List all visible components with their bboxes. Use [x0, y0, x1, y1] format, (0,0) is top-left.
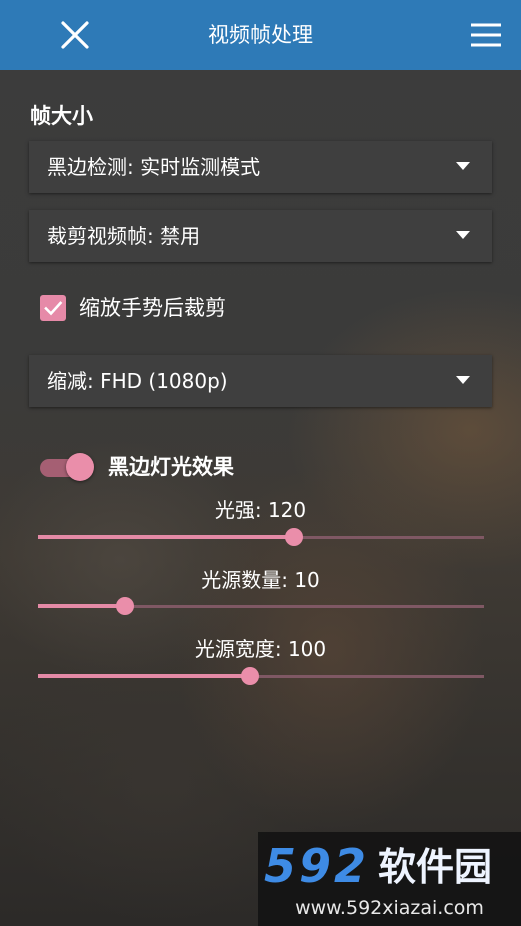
light-source-count-slider[interactable]	[38, 596, 484, 616]
watermark-url: www.592xiazai.com	[295, 897, 484, 919]
ambient-light-toggle[interactable]	[40, 453, 96, 481]
slider-fill	[38, 535, 294, 539]
light-source-width-slider[interactable]	[38, 666, 484, 686]
toggle-thumb	[66, 453, 94, 481]
close-button[interactable]	[58, 18, 92, 52]
downscale-value: 缩减: FHD (1080p)	[47, 369, 228, 393]
slider-thumb[interactable]	[116, 597, 134, 615]
watermark-name: 软件园	[378, 845, 493, 889]
light-intensity-label: 光强: 120	[214, 498, 307, 522]
checkmark-icon	[44, 301, 63, 316]
frame-size-heading: 帧大小	[30, 104, 93, 128]
crop-after-zoom-checkbox[interactable]	[40, 295, 66, 321]
slider-thumb[interactable]	[241, 667, 259, 685]
close-icon	[61, 21, 89, 49]
site-watermark: 592 软件园 www.592xiazai.com	[258, 832, 521, 926]
menu-icon	[471, 23, 501, 47]
watermark-number: 592	[264, 839, 370, 893]
crop-after-zoom-label: 缩放手势后裁剪	[79, 296, 226, 320]
light-source-count-label: 光源数量: 10	[201, 568, 320, 592]
light-source-width-label: 光源宽度: 100	[194, 637, 327, 661]
top-app-bar: 视频帧处理	[0, 0, 521, 70]
downscale-dropdown[interactable]: 缩减: FHD (1080p)	[29, 355, 492, 407]
black-border-detection-dropdown[interactable]: 黑边检测: 实时监测模式	[29, 141, 492, 193]
ambient-light-label: 黑边灯光效果	[108, 455, 234, 479]
light-intensity-slider[interactable]	[38, 527, 484, 547]
crop-frame-value: 裁剪视频帧: 禁用	[47, 224, 201, 248]
slider-thumb[interactable]	[285, 528, 303, 546]
slider-fill	[38, 674, 250, 678]
dropdown-arrow-icon	[456, 162, 470, 170]
crop-frame-dropdown[interactable]: 裁剪视频帧: 禁用	[29, 210, 492, 262]
menu-button[interactable]	[468, 20, 504, 50]
dropdown-arrow-icon	[456, 376, 470, 384]
slider-fill	[38, 604, 125, 608]
dropdown-arrow-icon	[456, 231, 470, 239]
black-border-detection-value: 黑边检测: 实时监测模式	[47, 155, 261, 179]
